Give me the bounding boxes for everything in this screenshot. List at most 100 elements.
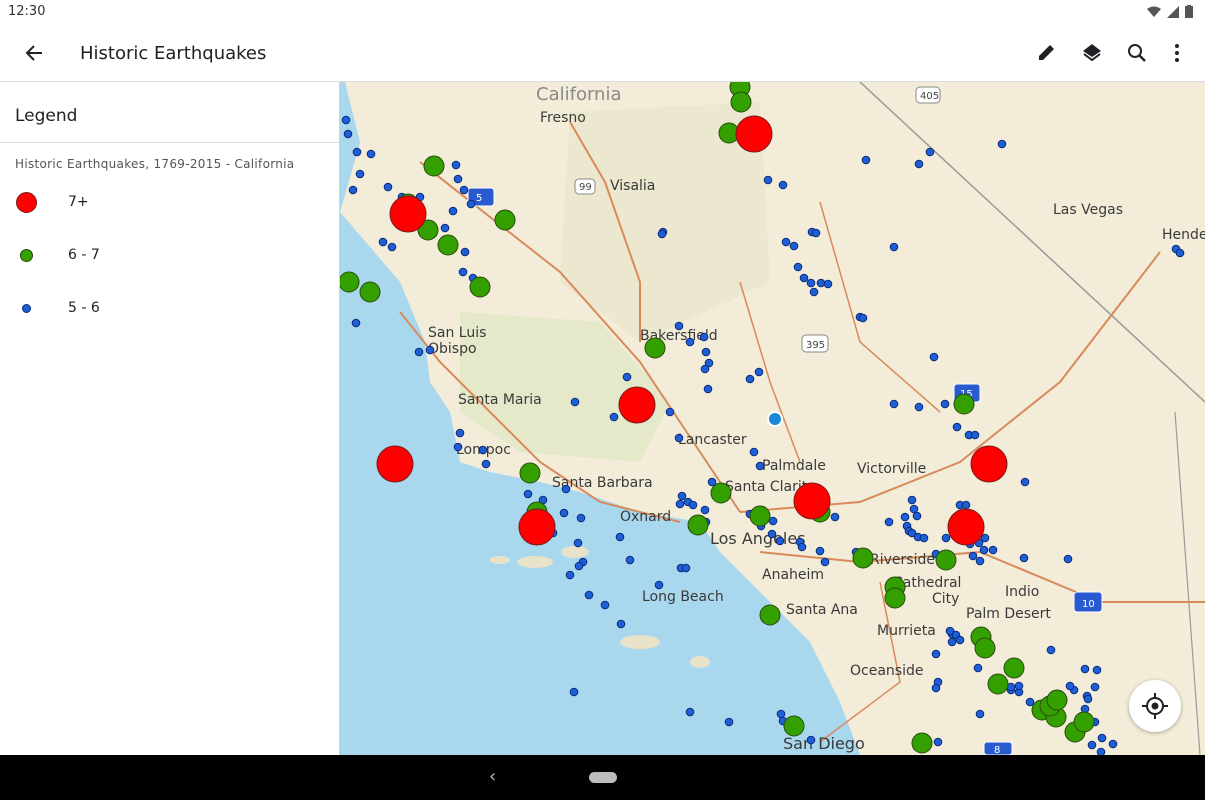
earthquake-point[interactable] bbox=[931, 649, 941, 659]
earthquake-point[interactable] bbox=[806, 735, 816, 745]
earthquake-point[interactable] bbox=[1080, 664, 1090, 674]
earthquake-point[interactable] bbox=[799, 273, 809, 283]
earthquake-point[interactable] bbox=[654, 580, 664, 590]
back-button[interactable] bbox=[20, 39, 48, 67]
earthquake-point[interactable] bbox=[665, 407, 675, 417]
earthquake-point[interactable] bbox=[703, 384, 713, 394]
earthquake-point[interactable] bbox=[423, 155, 445, 177]
earthquake-point[interactable] bbox=[469, 276, 491, 298]
earthquake-point[interactable] bbox=[685, 707, 695, 717]
map-view[interactable]: California Fresno Visalia Las Vegas Hend… bbox=[340, 82, 1205, 755]
earthquake-point[interactable] bbox=[768, 516, 778, 526]
earthquake-point[interactable] bbox=[1065, 681, 1075, 691]
earthquake-point[interactable] bbox=[1019, 553, 1029, 563]
earthquake-point[interactable] bbox=[355, 169, 365, 179]
earthquake-point[interactable] bbox=[460, 247, 470, 257]
earthquake-point[interactable] bbox=[625, 555, 635, 565]
earthquake-point[interactable] bbox=[970, 445, 1008, 483]
earthquake-point[interactable] bbox=[1092, 665, 1102, 675]
earthquake-point[interactable] bbox=[366, 149, 376, 159]
earthquake-point[interactable] bbox=[1063, 554, 1073, 564]
earthquake-point[interactable] bbox=[1003, 657, 1025, 679]
earthquake-point[interactable] bbox=[440, 223, 450, 233]
earthquake-point[interactable] bbox=[724, 717, 734, 727]
earthquake-point[interactable] bbox=[481, 459, 491, 469]
earthquake-point[interactable] bbox=[947, 508, 985, 546]
earthquake-point[interactable] bbox=[351, 318, 361, 328]
earthquake-point[interactable] bbox=[685, 337, 695, 347]
earthquake-point[interactable] bbox=[675, 499, 685, 509]
earthquake-point[interactable] bbox=[600, 600, 610, 610]
earthquake-point[interactable] bbox=[884, 587, 906, 609]
earthquake-point[interactable] bbox=[688, 500, 698, 510]
earthquake-point[interactable] bbox=[975, 556, 985, 566]
earthquake-point[interactable] bbox=[806, 278, 816, 288]
earthquake-point[interactable] bbox=[852, 547, 874, 569]
earthquake-point[interactable] bbox=[1083, 694, 1093, 704]
earthquake-point[interactable] bbox=[941, 533, 951, 543]
earthquake-point[interactable] bbox=[1014, 681, 1024, 691]
earthquake-point[interactable] bbox=[352, 147, 362, 157]
earthquake-point[interactable] bbox=[657, 229, 667, 239]
earthquake-point[interactable] bbox=[755, 461, 765, 471]
earthquake-point[interactable] bbox=[973, 663, 983, 673]
earthquake-point[interactable] bbox=[889, 399, 899, 409]
earthquake-point[interactable] bbox=[914, 402, 924, 412]
earthquake-point[interactable] bbox=[359, 281, 381, 303]
earthquake-point[interactable] bbox=[1108, 739, 1118, 749]
earthquake-point[interactable] bbox=[459, 185, 469, 195]
earthquake-point[interactable] bbox=[914, 159, 924, 169]
edit-button[interactable] bbox=[1033, 39, 1061, 67]
earthquake-point[interactable] bbox=[911, 732, 933, 754]
earthquake-point[interactable] bbox=[576, 513, 586, 523]
earthquake-point[interactable] bbox=[749, 505, 771, 527]
earthquake-point[interactable] bbox=[909, 504, 919, 514]
earthquake-point[interactable] bbox=[778, 180, 788, 190]
earthquake-point[interactable] bbox=[1087, 740, 1097, 750]
earthquake-point[interactable] bbox=[687, 514, 709, 536]
earthquake-point[interactable] bbox=[1175, 248, 1185, 258]
earthquake-point[interactable] bbox=[935, 549, 957, 571]
earthquake-point[interactable] bbox=[953, 393, 975, 415]
earthquake-point[interactable] bbox=[569, 687, 579, 697]
earthquake-point[interactable] bbox=[775, 536, 785, 546]
map-canvas[interactable]: California Fresno Visalia Las Vegas Hend… bbox=[340, 82, 1205, 755]
earthquake-point[interactable] bbox=[830, 512, 840, 522]
my-location-button[interactable] bbox=[1129, 680, 1181, 732]
earthquake-point[interactable] bbox=[414, 347, 424, 357]
earthquake-point[interactable] bbox=[889, 242, 899, 252]
earthquake-point[interactable] bbox=[559, 508, 569, 518]
earthquake-point[interactable] bbox=[997, 139, 1007, 149]
earthquake-point[interactable] bbox=[925, 147, 935, 157]
search-button[interactable] bbox=[1123, 39, 1151, 67]
earthquake-point[interactable] bbox=[478, 445, 488, 455]
earthquake-point[interactable] bbox=[974, 637, 996, 659]
earthquake-point[interactable] bbox=[699, 332, 709, 342]
more-options-button[interactable] bbox=[1163, 39, 1191, 67]
earthquake-point[interactable] bbox=[1097, 733, 1107, 743]
earthquake-point[interactable] bbox=[519, 462, 541, 484]
earthquake-point[interactable] bbox=[781, 237, 791, 247]
earthquake-point[interactable] bbox=[674, 321, 684, 331]
earthquake-point[interactable] bbox=[565, 570, 575, 580]
earthquake-point[interactable] bbox=[931, 683, 941, 693]
earthquake-point[interactable] bbox=[968, 551, 978, 561]
earthquake-point[interactable] bbox=[453, 174, 463, 184]
earthquake-point[interactable] bbox=[823, 279, 833, 289]
earthquake-point[interactable] bbox=[674, 433, 684, 443]
earthquake-point[interactable] bbox=[884, 517, 894, 527]
earthquake-point[interactable] bbox=[961, 500, 971, 510]
earthquake-point[interactable] bbox=[343, 129, 353, 139]
earthquake-point[interactable] bbox=[677, 491, 687, 501]
earthquake-point[interactable] bbox=[955, 635, 965, 645]
earthquake-point[interactable] bbox=[453, 442, 463, 452]
earthquake-point[interactable] bbox=[574, 561, 584, 571]
earthquake-point[interactable] bbox=[376, 445, 414, 483]
earthquake-point[interactable] bbox=[861, 155, 871, 165]
earthquake-point[interactable] bbox=[1096, 747, 1106, 755]
earthquake-point[interactable] bbox=[947, 637, 957, 647]
earthquake-point[interactable] bbox=[341, 115, 351, 125]
earthquake-point[interactable] bbox=[451, 160, 461, 170]
earthquake-point[interactable] bbox=[793, 262, 803, 272]
earthquake-point[interactable] bbox=[820, 557, 830, 567]
